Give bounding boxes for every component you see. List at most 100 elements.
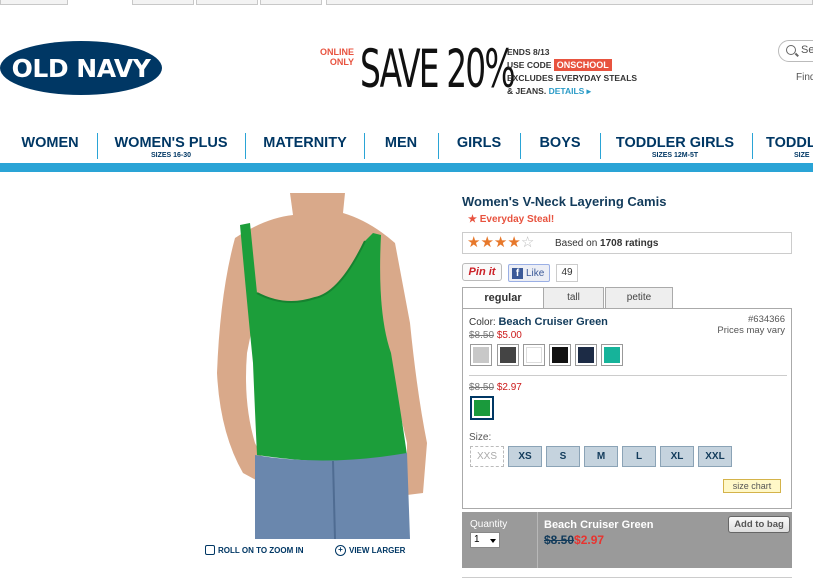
promo-jeans-line: & JEANS. DETAILS ▸ xyxy=(507,85,637,98)
star-filled-icon: ★ xyxy=(480,234,494,251)
sku-info: #634366 Prices may vary xyxy=(717,314,785,336)
color-label: Color: Beach Cruiser Green xyxy=(469,316,608,328)
size-option-xxl[interactable]: XXL xyxy=(698,446,732,467)
color-name: Beach Cruiser Green xyxy=(498,316,608,328)
color-swatch[interactable] xyxy=(549,344,571,366)
nav-item-toddler-girls[interactable]: TODDLER GIRLS SIZES 12M-5T xyxy=(608,131,742,161)
search-icon xyxy=(786,45,796,55)
rating-count: 1708 ratings xyxy=(600,238,659,249)
size-chart-link[interactable]: size chart xyxy=(723,479,781,493)
nav-divider xyxy=(364,133,365,159)
facebook-like-button[interactable]: f Like xyxy=(508,264,550,282)
rating-text: Based on 1708 ratings xyxy=(555,238,658,249)
browser-tab-strip xyxy=(0,0,813,6)
price-group-1: $8.50 $5.00 xyxy=(469,330,522,341)
bag-price: $8.50$2.97 xyxy=(544,533,604,547)
nav-item-label: GIRLS xyxy=(456,135,502,151)
rating-box[interactable]: ★★★★☆ Based on 1708 ratings xyxy=(462,232,792,254)
promo-use-code: USE CODE xyxy=(507,60,552,70)
facebook-icon: f xyxy=(512,267,523,279)
color-swatch[interactable] xyxy=(497,344,519,366)
add-to-bag-button[interactable]: Add to bag xyxy=(728,516,790,533)
color-swatch[interactable] xyxy=(601,344,623,366)
nav-item-maternity[interactable]: MATERNITY xyxy=(252,131,358,161)
star-empty-icon: ☆ xyxy=(520,234,535,251)
original-price: $8.50 xyxy=(469,382,495,393)
color-swatch[interactable] xyxy=(470,344,492,366)
nav-divider xyxy=(97,133,98,159)
nav-item-boys[interactable]: BOYS xyxy=(527,131,593,161)
sale-price: $2.97 xyxy=(496,382,522,393)
add-to-bag-bar: Quantity 1 Beach Cruiser Green $8.50$2.9… xyxy=(462,512,792,568)
size-option-s[interactable]: S xyxy=(546,446,580,467)
size-option-l[interactable]: L xyxy=(622,446,656,467)
star-filled-icon: ★ xyxy=(507,234,521,251)
model-in-green-cami-illustration xyxy=(217,193,427,539)
size-label: Size: xyxy=(469,432,492,443)
nav-item-label: TODDL xyxy=(766,135,813,151)
nav-divider xyxy=(438,133,439,159)
zoom-text: ROLL ON TO ZOOM IN xyxy=(218,545,304,555)
nav-divider xyxy=(245,133,246,159)
find-link[interactable]: Find xyxy=(796,72,813,83)
promo-details-link[interactable]: DETAILS ▸ xyxy=(549,86,591,96)
color-swatch[interactable] xyxy=(523,344,545,366)
product-image[interactable] xyxy=(195,193,435,539)
star-filled-icon: ★ xyxy=(467,234,481,251)
nav-item-men[interactable]: MEN xyxy=(371,131,431,161)
nav-divider xyxy=(600,133,601,159)
nav-item-sublabel: SIZE xyxy=(794,152,810,159)
nav-item-sublabel: SIZES 16-30 xyxy=(150,152,192,159)
pinterest-button[interactable]: Pin it xyxy=(462,263,502,281)
facebook-like-count: 49 xyxy=(556,264,578,282)
quantity-value: 1 xyxy=(474,534,480,545)
bag-divider xyxy=(537,512,538,568)
nav-accent-bar xyxy=(0,163,813,172)
size-option-xs[interactable]: XS xyxy=(508,446,542,467)
size-option-m[interactable]: M xyxy=(584,446,618,467)
nav-item-toddler-boys[interactable]: TODDL SIZE xyxy=(766,131,813,161)
search-input[interactable]: Se xyxy=(778,40,813,62)
nav-item-label: WOMEN'S PLUS xyxy=(114,135,228,151)
nav-item-womens-plus[interactable]: WOMEN'S PLUS SIZES 16-30 xyxy=(104,131,238,161)
original-price: $8.50 xyxy=(469,330,495,341)
old-navy-logo[interactable]: OLD NAVY xyxy=(0,41,162,95)
chevron-down-icon xyxy=(490,539,496,543)
tab-regular[interactable]: regular xyxy=(462,287,544,309)
browser-tab[interactable] xyxy=(196,0,258,5)
nav-item-label: TODDLER GIRLS xyxy=(615,135,735,151)
facebook-like-label: Like xyxy=(526,267,545,279)
logo-text: OLD NAVY xyxy=(11,53,151,83)
tab-tall[interactable]: tall xyxy=(543,287,604,309)
rating-stars: ★★★★☆ xyxy=(467,234,534,252)
color-label-prefix: Color: xyxy=(469,317,496,328)
rating-based-on: Based on xyxy=(555,238,598,249)
promo-code-badge: ONSCHOOL xyxy=(553,59,612,71)
browser-tab[interactable] xyxy=(0,0,68,5)
view-larger-link[interactable]: + VIEW LARGER xyxy=(335,545,405,556)
browser-tab[interactable] xyxy=(260,0,322,5)
browser-tab[interactable] xyxy=(132,0,194,5)
bottom-divider xyxy=(462,577,792,578)
price-group-2: $8.50 $2.97 xyxy=(469,382,522,393)
nav-item-label: MATERNITY xyxy=(263,135,347,151)
color-swatch[interactable] xyxy=(575,344,597,366)
size-option-xl[interactable]: XL xyxy=(660,446,694,467)
promo-jeans: & JEANS. xyxy=(507,86,547,96)
sku-number: #634366 xyxy=(748,314,785,325)
nav-item-label: WOMEN xyxy=(21,135,79,151)
color-swatch-selected[interactable] xyxy=(470,396,494,420)
nav-item-girls[interactable]: GIRLS xyxy=(444,131,514,161)
promo-headline[interactable]: SAVE 20% xyxy=(360,38,516,102)
tab-petite[interactable]: petite xyxy=(605,287,673,309)
promo-ends: ENDS 8/13 xyxy=(507,47,550,57)
browser-address-area[interactable] xyxy=(326,0,813,5)
bag-color-name: Beach Cruiser Green xyxy=(544,519,654,531)
star-filled-icon: ★ xyxy=(493,234,508,251)
nav-divider xyxy=(520,133,521,159)
zoom-in-link[interactable]: ROLL ON TO ZOOM IN xyxy=(205,545,303,555)
nav-item-women[interactable]: WOMEN xyxy=(10,131,90,161)
variant-panel: Color: Beach Cruiser Green #634366 Price… xyxy=(462,308,792,509)
quantity-select[interactable]: 1 xyxy=(470,532,500,548)
main-nav: WOMEN WOMEN'S PLUS SIZES 16-30 MATERNITY… xyxy=(0,131,813,163)
